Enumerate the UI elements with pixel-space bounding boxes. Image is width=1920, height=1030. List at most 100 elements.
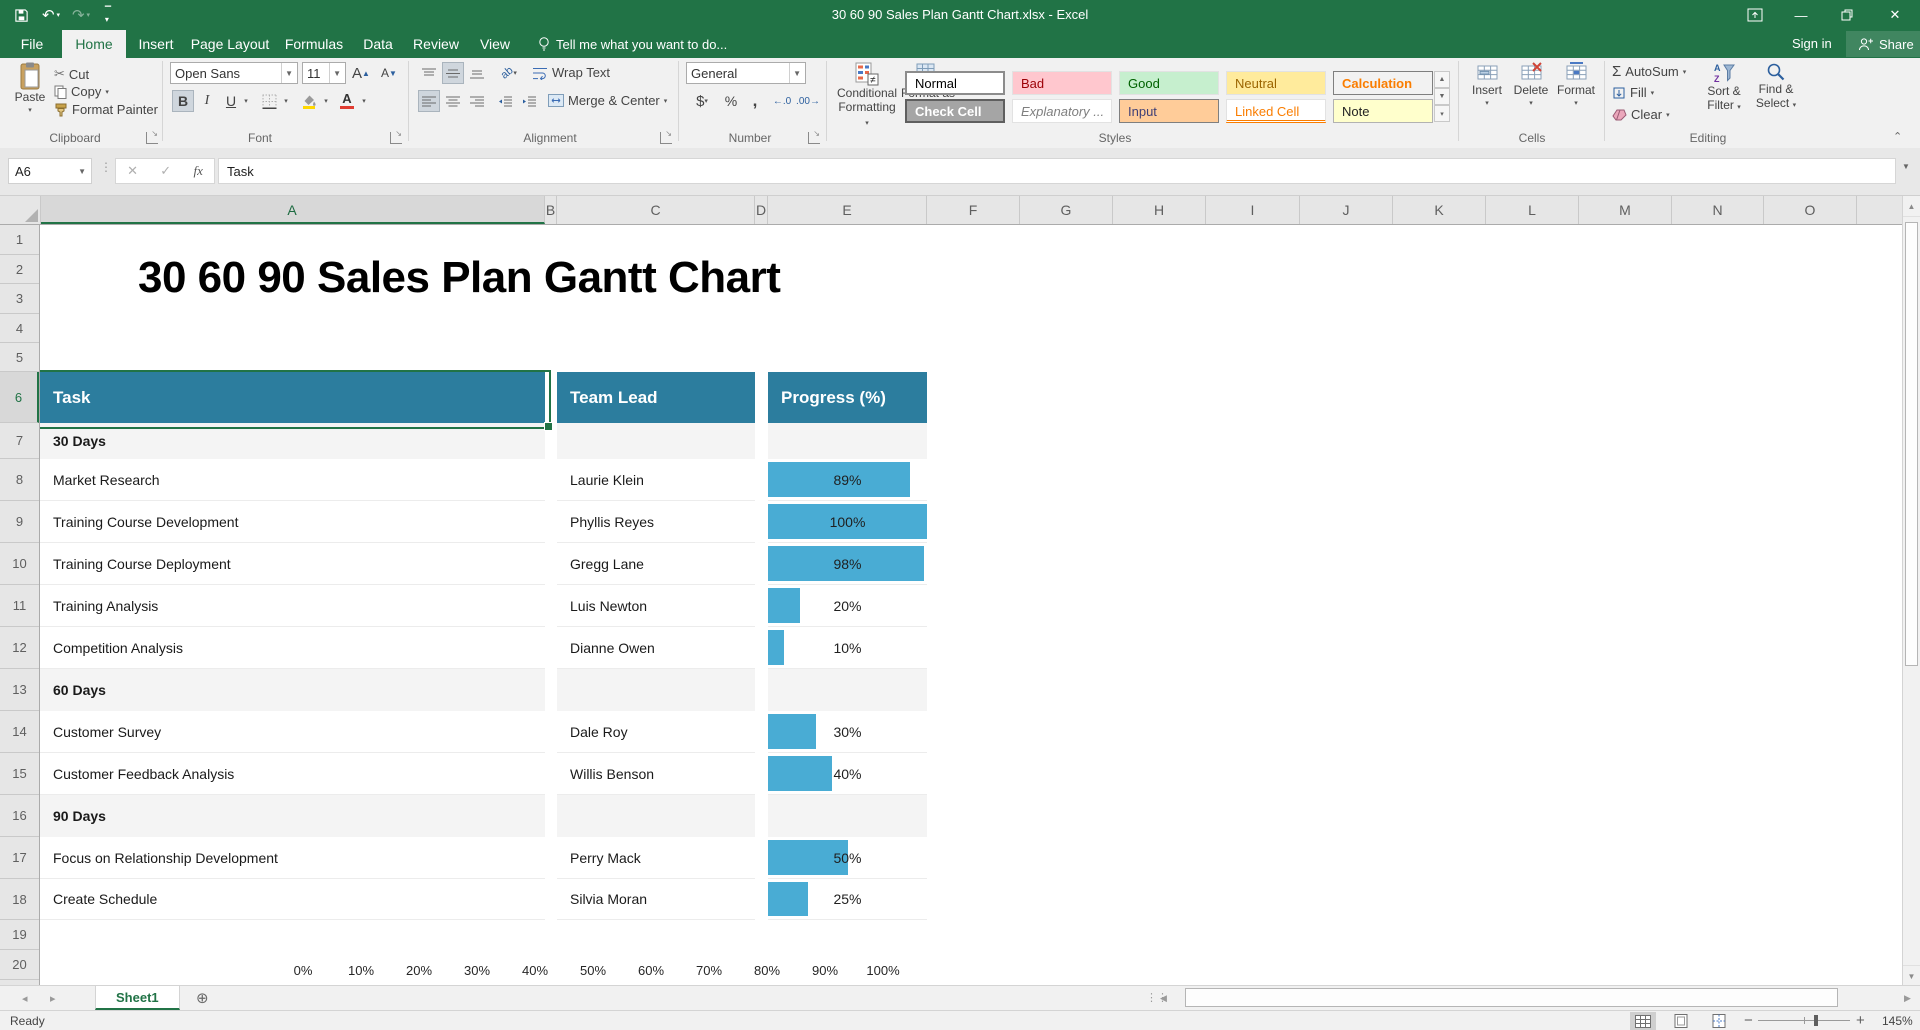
tab-page-layout[interactable]: Page Layout [186,30,274,58]
fill-color-dropdown[interactable]: ▾ [320,90,332,112]
sheet-tab-sheet1[interactable]: Sheet1 [95,986,180,1010]
page-layout-view-button[interactable] [1668,1012,1694,1030]
cell-task[interactable]: Training Course Deployment [40,543,545,585]
bold-button[interactable]: B [172,90,194,112]
normal-view-button[interactable] [1630,1012,1656,1030]
insert-cells-button[interactable]: Insert ▾ [1466,62,1508,111]
expand-formula-bar-icon[interactable]: ▼ [1902,162,1910,171]
number-format-select[interactable]: General▼ [686,62,806,84]
tab-insert[interactable]: Insert [130,30,182,58]
column-header-K[interactable]: K [1393,196,1486,224]
copy-button[interactable]: Copy ▾ [54,84,109,99]
share-button[interactable]: Share [1846,31,1920,57]
cell-team-lead[interactable]: Phyllis Reyes [557,501,755,543]
scroll-up-icon[interactable]: ▲ [1903,196,1920,217]
clear-button[interactable]: Clear ▾ [1612,107,1670,122]
row-header-17[interactable]: 17 [0,837,39,879]
cell-progress[interactable]: 30% [768,711,927,753]
accounting-format-button[interactable]: $▾ [688,90,716,112]
hscroll-left-icon[interactable]: ◀ [1160,986,1167,1010]
font-name-select[interactable]: Open Sans▼ [170,62,298,84]
cell-team-lead[interactable]: Gregg Lane [557,543,755,585]
cell-section-label[interactable]: 90 Days [40,795,545,837]
font-color-button[interactable]: A [336,90,358,112]
cell-section-blank[interactable] [768,795,927,837]
clipboard-dialog-launcher[interactable]: ↘ [146,132,158,144]
alignment-dialog-launcher[interactable]: ↘ [660,132,672,144]
hscroll-right-icon[interactable]: ▶ [1904,986,1911,1010]
restore-button[interactable] [1824,0,1870,30]
increase-decimal-button[interactable]: ←.0 [770,90,794,112]
borders-dropdown[interactable]: ▾ [280,90,292,112]
cell-team-lead[interactable]: Perry Mack [557,837,755,879]
tab-review[interactable]: Review [406,30,466,58]
cell-task[interactable]: Customer Survey [40,711,545,753]
cell-progress[interactable]: 25% [768,879,927,920]
insert-function-icon[interactable]: fx [193,163,202,179]
cell-team-lead[interactable]: Laurie Klein [557,459,755,501]
minimize-button[interactable]: — [1778,0,1824,30]
align-bottom-button[interactable] [466,62,488,84]
name-box[interactable]: A6 ▼ [8,158,92,184]
column-header-H[interactable]: H [1113,196,1206,224]
increase-indent-button[interactable] [518,90,540,112]
style-explanatory[interactable]: Explanatory ... [1012,99,1112,123]
row-header-5[interactable]: 5 [0,343,39,372]
align-right-button[interactable] [466,90,488,112]
zoom-slider-thumb[interactable] [1814,1015,1818,1026]
cell-task[interactable]: Create Schedule [40,879,545,920]
row-header-7[interactable]: 7 [0,423,39,459]
tell-me-box[interactable]: Tell me what you want to do... [538,30,727,58]
table-header-1[interactable]: Team Lead [557,372,755,423]
cell-progress[interactable]: 40% [768,753,927,795]
row-header-15[interactable]: 15 [0,753,39,795]
horizontal-scroll-thumb[interactable] [1185,988,1838,1007]
cell-task[interactable]: Customer Feedback Analysis [40,753,545,795]
row-header-12[interactable]: 12 [0,627,39,669]
table-header-2[interactable]: Progress (%) [768,372,927,423]
orientation-button[interactable]: ab▾ [494,62,524,84]
cell-team-lead[interactable]: Luis Newton [557,585,755,627]
ribbon-display-options-icon[interactable] [1732,0,1778,30]
gallery-more-icon[interactable]: ▾ [1434,105,1450,122]
align-center-button[interactable] [442,90,464,112]
cell-progress[interactable]: 98% [768,543,927,585]
formula-input[interactable]: Task [218,158,1896,184]
font-dialog-launcher[interactable]: ↘ [390,132,402,144]
cut-button[interactable]: ✂ Cut [54,66,89,82]
style-normal[interactable]: Normal [905,71,1005,95]
column-header-L[interactable]: L [1486,196,1579,224]
row-header-11[interactable]: 11 [0,585,39,627]
style-check[interactable]: Check Cell [905,99,1005,123]
cell-task[interactable]: Competition Analysis [40,627,545,669]
cell-team-lead[interactable]: Dianne Owen [557,627,755,669]
row-header-13[interactable]: 13 [0,669,39,711]
tab-home[interactable]: Home [62,30,126,58]
row-header-2[interactable]: 2 [0,255,39,284]
prev-sheet-icon[interactable]: ◂ [22,986,28,1010]
column-header-O[interactable]: O [1764,196,1857,224]
zoom-in-icon[interactable]: + [1856,1011,1865,1030]
cell-section-blank[interactable] [768,423,927,459]
increase-font-size-button[interactable]: A▲ [350,62,372,84]
column-header-D[interactable]: D [755,196,768,224]
number-dialog-launcher[interactable]: ↘ [808,132,820,144]
fill-handle[interactable] [544,422,553,431]
style-note[interactable]: Note [1333,99,1433,123]
style-input[interactable]: Input [1119,99,1219,123]
format-cells-button[interactable]: Format ▾ [1554,62,1598,111]
column-header-M[interactable]: M [1579,196,1672,224]
gallery-up-icon[interactable]: ▲ [1434,71,1450,88]
cell-section-blank[interactable] [768,669,927,711]
next-sheet-icon[interactable]: ▸ [50,986,56,1010]
column-header-I[interactable]: I [1206,196,1300,224]
cell-section-blank[interactable] [557,795,755,837]
fill-button[interactable]: Fill ▾ [1612,85,1654,100]
style-calculation[interactable]: Calculation [1333,71,1433,95]
row-header-8[interactable]: 8 [0,459,39,501]
italic-button[interactable]: I [196,90,218,112]
zoom-out-icon[interactable]: − [1744,1011,1753,1030]
style-bad[interactable]: Bad [1012,71,1112,95]
align-middle-button[interactable] [442,62,464,84]
table-header-0[interactable]: Task [40,372,545,423]
